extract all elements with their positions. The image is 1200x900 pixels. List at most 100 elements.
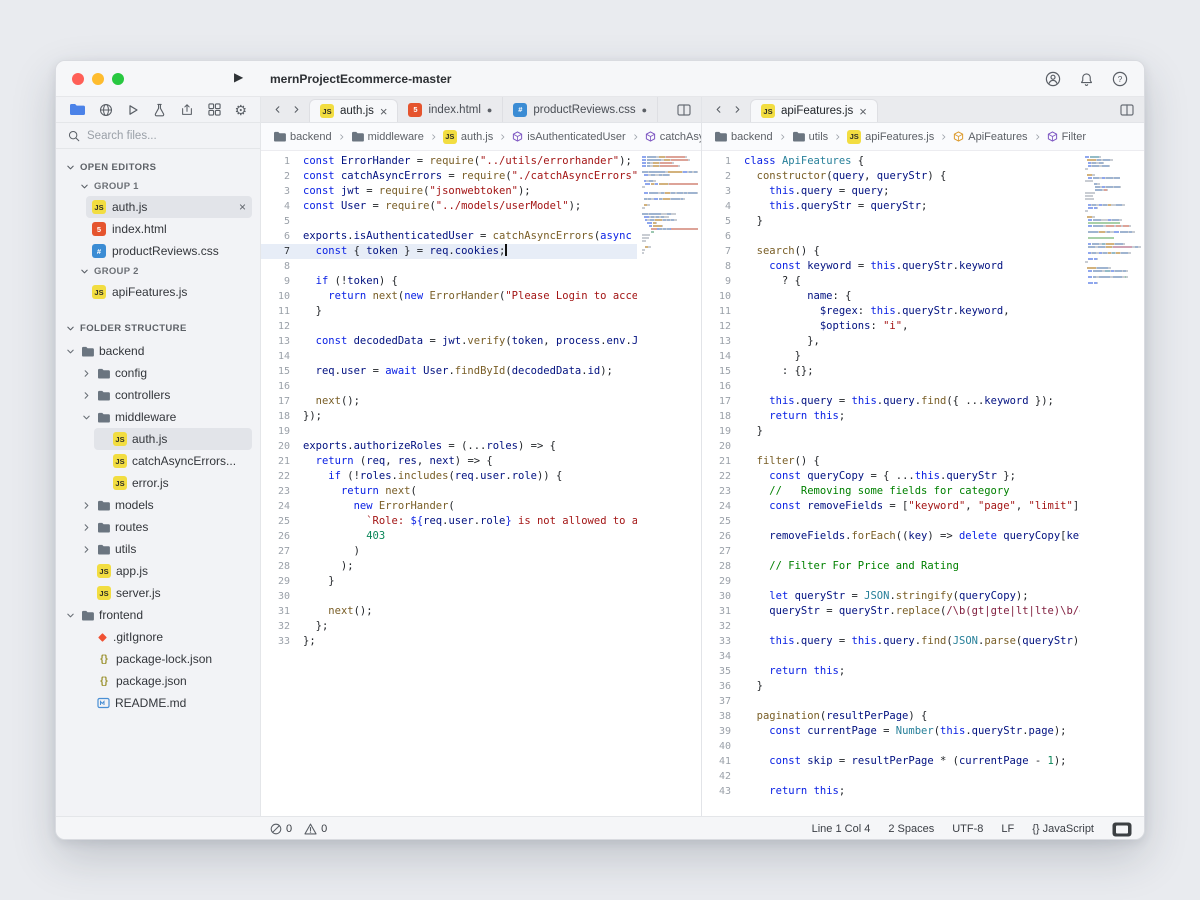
tree-item-inner[interactable]: JSerror.js: [94, 472, 252, 494]
editor-group-header[interactable]: GROUP 2: [56, 262, 260, 281]
tree-item-inner[interactable]: config: [78, 362, 252, 384]
breadcrumb-item[interactable]: utils: [792, 131, 829, 143]
chevron-right-icon[interactable]: [80, 501, 92, 510]
close-button[interactable]: [72, 73, 84, 85]
folder-structure-header[interactable]: FOLDER STRUCTURE: [56, 318, 260, 338]
tab-auth.js[interactable]: JSauth.js×: [309, 99, 398, 122]
tree-item-inner[interactable]: JSapp.js: [78, 560, 252, 582]
breadcrumb-item[interactable]: JSauth.js: [443, 130, 493, 144]
chevron-down-icon[interactable]: [80, 413, 92, 422]
chevron-right-icon[interactable]: [80, 369, 92, 378]
tree-item[interactable]: backend: [62, 340, 252, 362]
tree-item[interactable]: utils: [62, 538, 252, 560]
tree-item[interactable]: JSerror.js: [62, 472, 252, 494]
tree-item-inner[interactable]: controllers: [78, 384, 252, 406]
open-editors-header[interactable]: OPEN EDITORS: [56, 157, 260, 177]
tree-item[interactable]: {}package.json: [62, 670, 252, 692]
tab-apiFeatures.js[interactable]: JSapiFeatures.js×: [750, 99, 878, 122]
tab-index.html[interactable]: 5index.html●: [398, 97, 503, 122]
problems-warnings[interactable]: 0: [304, 823, 327, 835]
tree-item[interactable]: JSapp.js: [62, 560, 252, 582]
chevron-right-icon[interactable]: [80, 523, 92, 532]
monitor-icon[interactable]: [1112, 822, 1132, 837]
tree-item[interactable]: .gitIgnore: [62, 626, 252, 648]
breadcrumb-item[interactable]: backend: [273, 131, 332, 143]
tree-item-inner[interactable]: README.md: [78, 692, 252, 714]
tree-item-inner[interactable]: backend: [62, 340, 252, 362]
minimize-button[interactable]: [92, 73, 104, 85]
breadcrumb-item[interactable]: JSapiFeatures.js: [847, 130, 934, 144]
tree-item[interactable]: README.md: [62, 692, 252, 714]
sidebar-scroll[interactable]: OPEN EDITORS GROUP 1JSauth.js×5index.htm…: [56, 149, 260, 816]
chev-left-icon[interactable]: [714, 105, 723, 114]
open-editor-item[interactable]: 5index.html: [86, 218, 252, 240]
share-icon[interactable]: [180, 103, 194, 117]
breadcrumb-item[interactable]: backend: [714, 131, 773, 143]
run-icon[interactable]: [127, 104, 139, 116]
split-editor-icon[interactable]: [1110, 97, 1144, 122]
problems-errors[interactable]: 0: [270, 823, 292, 835]
breadcrumb-item[interactable]: catchAsyn: [645, 131, 701, 143]
open-editor-item[interactable]: JSauth.js×: [86, 196, 252, 218]
close-icon[interactable]: ×: [380, 105, 388, 118]
close-icon[interactable]: ×: [239, 201, 246, 213]
tests-icon[interactable]: [153, 103, 166, 117]
tree-item[interactable]: controllers: [62, 384, 252, 406]
breadcrumb-item[interactable]: Filter: [1047, 131, 1086, 143]
code-area[interactable]: 1const ErrorHander = require("../utils/e…: [261, 151, 701, 816]
breadcrumb[interactable]: backend utils JSapiFeatures.js ApiFeatures F…: [702, 123, 1144, 151]
tree-item[interactable]: models: [62, 494, 252, 516]
files-icon[interactable]: [69, 103, 85, 116]
tree-item-inner[interactable]: frontend: [62, 604, 252, 626]
chevron-right-icon[interactable]: [80, 391, 92, 400]
breadcrumb-item[interactable]: isAuthenticatedUser: [512, 131, 625, 143]
tree-item-inner[interactable]: .gitIgnore: [78, 626, 252, 648]
tree-item[interactable]: JSserver.js: [62, 582, 252, 604]
breadcrumb-item[interactable]: ApiFeatures: [953, 131, 1027, 143]
tree-item[interactable]: JScatchAsyncErrors...: [62, 450, 252, 472]
split-editor-icon[interactable]: [667, 97, 701, 122]
tree-item-inner[interactable]: {}package.json: [78, 670, 252, 692]
tree-item-inner[interactable]: routes: [78, 516, 252, 538]
bell-icon[interactable]: [1079, 72, 1094, 87]
run-icon[interactable]: ▶: [234, 70, 243, 84]
tree-item-inner[interactable]: JSauth.js: [94, 428, 252, 450]
chev-right-icon[interactable]: [292, 105, 301, 114]
tree-item[interactable]: frontend: [62, 604, 252, 626]
settings-icon[interactable]: ⚙: [234, 103, 247, 117]
chevron-down-icon[interactable]: [64, 611, 76, 620]
globe-icon[interactable]: [99, 103, 113, 117]
tree-item-inner[interactable]: models: [78, 494, 252, 516]
code-area[interactable]: 1class ApiFeatures {2 constructor(query,…: [702, 151, 1144, 816]
editor-group-header[interactable]: GROUP 1: [56, 177, 260, 196]
chev-left-icon[interactable]: [273, 105, 282, 114]
status-item[interactable]: {} JavaScript: [1032, 823, 1094, 835]
tree-item[interactable]: config: [62, 362, 252, 384]
breadcrumb-item[interactable]: middleware: [351, 131, 424, 143]
tree-item[interactable]: JSauth.js: [62, 428, 252, 450]
tree-item-inner[interactable]: middleware: [78, 406, 252, 428]
tree-item[interactable]: routes: [62, 516, 252, 538]
minimap[interactable]: [637, 154, 701, 816]
minimap[interactable]: [1080, 154, 1144, 816]
zoom-button[interactable]: [112, 73, 124, 85]
help-icon[interactable]: ?: [1112, 71, 1128, 87]
account-icon[interactable]: [1045, 71, 1061, 87]
chevron-right-icon[interactable]: [80, 545, 92, 554]
tab-productReviews.css[interactable]: #productReviews.css●: [503, 97, 658, 122]
file-search-input[interactable]: Search files...: [56, 123, 260, 149]
tree-item-inner[interactable]: JScatchAsyncErrors...: [94, 450, 252, 472]
open-editor-item[interactable]: JSapiFeatures.js: [86, 281, 252, 303]
status-item[interactable]: LF: [1001, 823, 1014, 835]
status-item[interactable]: UTF-8: [952, 823, 983, 835]
close-icon[interactable]: ×: [859, 105, 867, 118]
tree-item[interactable]: middleware: [62, 406, 252, 428]
tree-item-inner[interactable]: {}package-lock.json: [78, 648, 252, 670]
chev-right-icon[interactable]: [733, 105, 742, 114]
breadcrumb[interactable]: backend middleware JSauth.js isAuthenticate…: [261, 123, 701, 151]
chevron-down-icon[interactable]: [64, 347, 76, 356]
tree-item[interactable]: {}package-lock.json: [62, 648, 252, 670]
open-editor-item[interactable]: #productReviews.css: [86, 240, 252, 262]
status-item[interactable]: 2 Spaces: [888, 823, 934, 835]
extensions-icon[interactable]: [208, 103, 221, 116]
